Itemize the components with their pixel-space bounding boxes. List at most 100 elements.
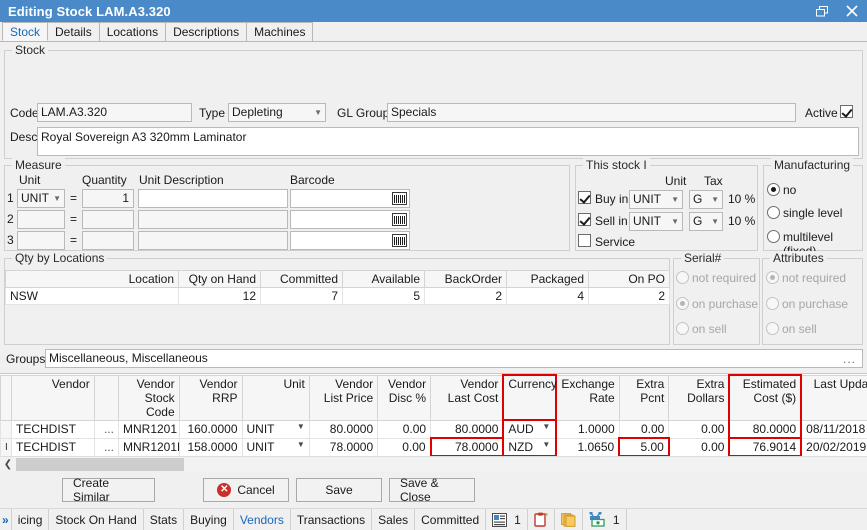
- statusbar-item-pricing[interactable]: icing: [12, 509, 50, 530]
- code-input[interactable]: LAM.A3.320: [37, 103, 192, 122]
- table-row[interactable]: NSW 12 7 5 2 4 2: [6, 288, 670, 305]
- measure-barcode-input[interactable]: [290, 189, 410, 208]
- statusbar-overflow-chevron[interactable]: »: [0, 509, 12, 530]
- groups-input[interactable]: Miscellaneous, Miscellaneous ...: [45, 349, 863, 368]
- groups-ellipsis-button[interactable]: ...: [843, 351, 856, 368]
- col-packaged[interactable]: Packaged: [507, 271, 589, 288]
- table-row[interactable]: I TECHDIST ... MNR1201NZ 158.0000 UNIT▼ …: [1, 438, 867, 456]
- cell-unit[interactable]: UNIT▼: [242, 420, 309, 438]
- cell-estimated-cost: 80.0000: [729, 420, 801, 438]
- attributes-radio-not-required[interactable]: [766, 271, 779, 284]
- col-vendor-last-cost[interactable]: Vendor Last Cost: [431, 375, 504, 420]
- sell-in-unit-select[interactable]: UNIT ▼: [629, 212, 683, 231]
- attributes-radio-on-purchase[interactable]: [766, 297, 779, 310]
- row-selector[interactable]: I: [1, 438, 12, 456]
- manufacturing-radio-single-level[interactable]: [767, 206, 780, 219]
- buy-in-checkbox[interactable]: [578, 191, 591, 204]
- restore-window-icon[interactable]: [807, 0, 837, 22]
- buy-in-tax-select[interactable]: G ▼: [689, 190, 723, 209]
- buy-in-unit-select[interactable]: UNIT ▼: [629, 190, 683, 209]
- cell-unit[interactable]: UNIT▼: [242, 438, 309, 456]
- sell-in-checkbox[interactable]: [578, 213, 591, 226]
- statusbar-item-vendors[interactable]: Vendors: [234, 509, 291, 530]
- statusbar-item-stats[interactable]: Stats: [144, 509, 184, 530]
- col-vendor-disc-pct[interactable]: Vendor Disc %: [378, 375, 431, 420]
- cell-currency[interactable]: NZD▼: [503, 438, 556, 456]
- table-row[interactable]: TECHDIST ... MNR1201 160.0000 UNIT▼ 80.0…: [1, 420, 867, 438]
- cancel-button[interactable]: ✕ Cancel: [203, 478, 289, 502]
- tab-stock[interactable]: Stock: [2, 22, 48, 41]
- measure-quantity-input[interactable]: [82, 210, 134, 229]
- statusbar-item-transactions[interactable]: Transactions: [291, 509, 372, 530]
- col-backorder[interactable]: BackOrder: [425, 271, 507, 288]
- scroll-left-icon[interactable]: ❮: [0, 457, 16, 472]
- attributes-radio-on-sell[interactable]: [766, 322, 779, 335]
- service-checkbox[interactable]: [578, 234, 591, 247]
- col-currency[interactable]: Currency: [503, 375, 556, 420]
- cell-currency[interactable]: AUD▼: [503, 420, 556, 438]
- measure-unit-select[interactable]: [17, 210, 65, 229]
- scrollbar-thumb[interactable]: [16, 458, 184, 471]
- col-committed[interactable]: Committed: [261, 271, 343, 288]
- desc-textarea[interactable]: Royal Sovereign A3 320mm Laminator: [37, 127, 859, 156]
- col-vendor-list-price[interactable]: Vendor List Price: [309, 375, 377, 420]
- col-vendor-rrp[interactable]: Vendor RRP: [179, 375, 242, 420]
- col-unit[interactable]: Unit: [242, 375, 309, 420]
- col-exchange-rate[interactable]: Exchange Rate: [556, 375, 619, 420]
- measure-unit-description-input[interactable]: [138, 210, 288, 229]
- serial-radio-on-purchase[interactable]: [676, 297, 689, 310]
- statusbar-item-buying[interactable]: Buying: [184, 509, 234, 530]
- gl-group-input[interactable]: Specials: [387, 103, 796, 122]
- measure-unit-select[interactable]: UNIT ▼: [17, 189, 65, 208]
- serial-radio-on-sell[interactable]: [676, 322, 689, 335]
- statusbar-item-stock-on-hand[interactable]: Stock On Hand: [49, 509, 143, 530]
- col-vendor-stock-code[interactable]: Vendor Stock Code: [118, 375, 179, 420]
- statusbar-item-committed[interactable]: Committed: [415, 509, 486, 530]
- col-extra-dollars[interactable]: Extra Dollars: [669, 375, 730, 420]
- measure-barcode-input[interactable]: [290, 210, 410, 229]
- barcode-icon[interactable]: [392, 234, 407, 247]
- tab-locations[interactable]: Locations: [99, 22, 166, 41]
- col-on-po[interactable]: On PO: [589, 271, 670, 288]
- manufacturing-radio-no[interactable]: [767, 183, 780, 196]
- col-last-updated[interactable]: Last Updated: [801, 375, 867, 420]
- type-select[interactable]: Depleting ▼: [228, 103, 326, 122]
- active-checkbox[interactable]: [840, 105, 853, 118]
- save-button[interactable]: Save: [296, 478, 382, 502]
- barcode-icon[interactable]: [392, 213, 407, 226]
- serial-radio-not-required[interactable]: [676, 271, 689, 284]
- col-available[interactable]: Available: [343, 271, 425, 288]
- create-similar-button[interactable]: Create Similar: [62, 478, 155, 502]
- statusbar-item-sales[interactable]: Sales: [372, 509, 415, 530]
- statusbar-money[interactable]: 1: [583, 509, 627, 530]
- row-selector[interactable]: [1, 420, 12, 438]
- measure-barcode-input[interactable]: [290, 231, 410, 250]
- measure-quantity-input[interactable]: 1: [82, 189, 134, 208]
- col-extra-pcnt[interactable]: Extra Pcnt: [619, 375, 669, 420]
- vendor-lookup-ellipsis[interactable]: ...: [94, 438, 118, 456]
- tab-descriptions[interactable]: Descriptions: [165, 22, 247, 41]
- col-vendor[interactable]: Vendor: [12, 375, 95, 420]
- save-and-close-button[interactable]: Save & Close: [389, 478, 475, 502]
- title-bar: Editing Stock LAM.A3.320: [0, 0, 867, 22]
- statusbar-documents[interactable]: [555, 509, 583, 530]
- tab-machines[interactable]: Machines: [246, 22, 313, 41]
- close-icon[interactable]: [837, 0, 867, 22]
- measure-quantity-input[interactable]: [82, 231, 134, 250]
- measure-unit-description-input[interactable]: [138, 231, 288, 250]
- statusbar-notes[interactable]: 1: [486, 509, 528, 530]
- col-qty-on-hand[interactable]: Qty on Hand: [179, 271, 261, 288]
- vendor-lookup-ellipsis[interactable]: ...: [94, 420, 118, 438]
- measure-unit-select[interactable]: [17, 231, 65, 250]
- tab-details[interactable]: Details: [47, 22, 100, 41]
- manufacturing-radio-multilevel[interactable]: [767, 230, 780, 243]
- measure-unit-description-input[interactable]: [138, 189, 288, 208]
- sell-in-tax-select[interactable]: G ▼: [689, 212, 723, 231]
- measure-barcode-header: Barcode: [290, 173, 335, 187]
- col-location[interactable]: Location: [6, 271, 179, 288]
- horizontal-scrollbar[interactable]: ❮: [0, 456, 867, 471]
- col-estimated-cost[interactable]: Estimated Cost ($): [729, 375, 801, 420]
- statusbar-clipboard[interactable]: [528, 509, 555, 530]
- barcode-icon[interactable]: [392, 192, 407, 205]
- cell-vendor-disc-pct: 0.00: [378, 420, 431, 438]
